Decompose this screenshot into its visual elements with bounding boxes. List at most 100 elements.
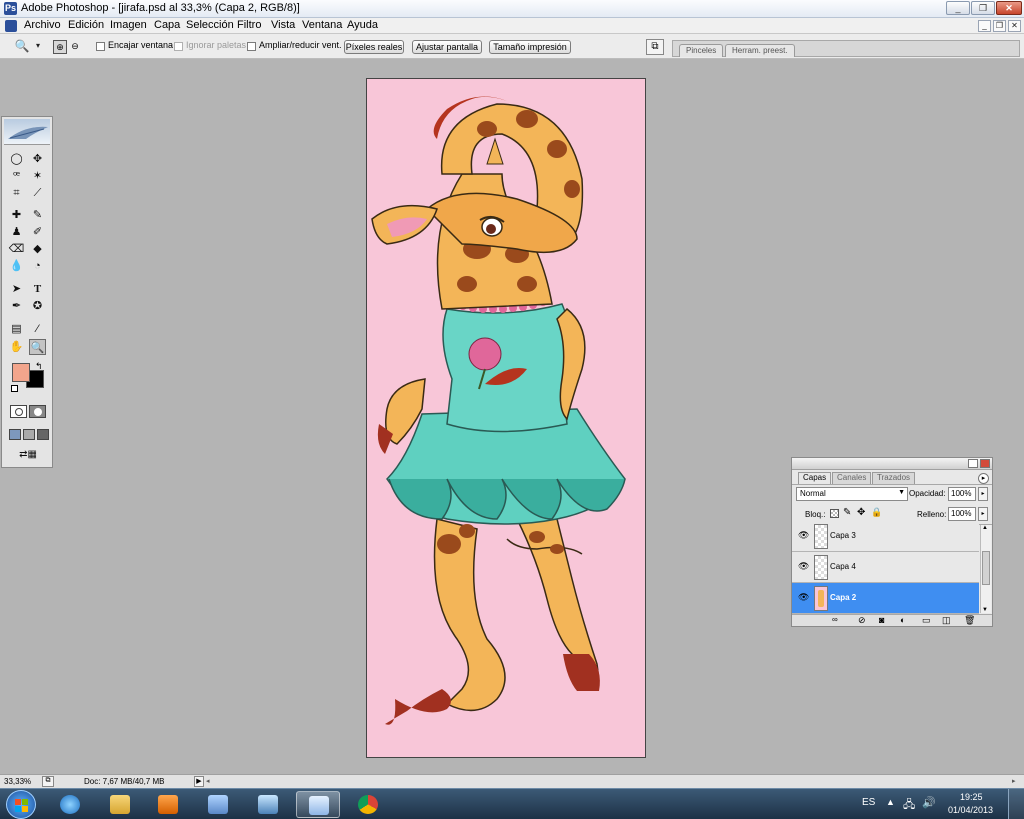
foreground-color-swatch[interactable] — [12, 363, 30, 382]
add-mask-icon[interactable]: ◙ — [879, 615, 884, 625]
tab-canales[interactable]: Canales — [832, 472, 872, 484]
lock-all-icon[interactable]: 🔒 — [871, 507, 882, 518]
taskbar-network-button[interactable] — [246, 791, 290, 818]
opacity-slider-icon[interactable]: ▸ — [978, 487, 988, 501]
custom-shape-tool-icon[interactable]: ✪ — [29, 298, 46, 314]
layer-row-capa-4[interactable]: 👁 Capa 4 — [792, 552, 979, 583]
show-hidden-icons-icon[interactable]: ▲ — [886, 797, 895, 807]
default-colors-icon[interactable] — [11, 385, 18, 392]
tab-pinceles[interactable]: Pinceles — [679, 44, 724, 57]
feather-logo-icon[interactable] — [4, 119, 50, 145]
layer-row-capa-3[interactable]: 👁 Capa 3 — [792, 521, 979, 552]
taskbar-chrome-button[interactable] — [346, 791, 390, 818]
layers-scrollbar[interactable]: ▲ ▼ — [980, 525, 991, 613]
scroll-thumb[interactable] — [982, 551, 990, 585]
scroll-down-icon[interactable]: ▼ — [982, 607, 988, 613]
status-menu-icon[interactable]: ⧉ — [42, 776, 54, 787]
menu-seleccion[interactable]: Selección — [186, 19, 234, 31]
ajustar-pantalla-button[interactable]: Ajustar pantalla — [412, 40, 482, 54]
taskbar-media-player-button[interactable] — [146, 791, 190, 818]
panel-menu-icon[interactable]: ▸ — [978, 473, 989, 484]
blur-tool-icon[interactable]: 💧 — [8, 258, 25, 274]
taskbar-photoshop-button[interactable] — [296, 791, 340, 818]
menu-ventana[interactable]: Ventana — [302, 19, 342, 31]
paint-bucket-tool-icon[interactable]: ◆ — [29, 241, 46, 257]
swap-colors-icon[interactable]: ↰ — [35, 361, 43, 372]
eraser-tool-icon[interactable]: ⌫ — [8, 241, 25, 257]
magic-wand-tool-icon[interactable]: ✶ — [29, 168, 46, 184]
opacity-input[interactable]: 100% — [948, 487, 976, 501]
menu-archivo[interactable]: Archivo — [24, 19, 61, 31]
tab-capas[interactable]: Capas — [798, 472, 832, 484]
link-layers-icon[interactable]: ∞ — [832, 615, 838, 624]
panel-minimize-icon[interactable] — [968, 459, 978, 468]
clock-date[interactable]: 01/04/2013 — [948, 805, 993, 815]
ampliar-reducir-checkbox[interactable] — [247, 42, 256, 51]
menu-imagen[interactable]: Imagen — [110, 19, 147, 31]
menu-edicion[interactable]: Edición — [68, 19, 104, 31]
visibility-eye-icon[interactable]: 👁 — [798, 592, 809, 602]
volume-icon[interactable]: 🔊 — [922, 796, 936, 809]
slice-tool-icon[interactable]: ⟋ — [29, 185, 46, 201]
taskbar-paint-button[interactable] — [196, 791, 240, 818]
doc-minimize-button[interactable]: _ — [978, 20, 991, 32]
clone-stamp-tool-icon[interactable]: ♟ — [8, 224, 25, 240]
show-desktop-button[interactable] — [1008, 789, 1024, 819]
blend-mode-select[interactable]: Normal ▼ — [796, 487, 908, 501]
zoom-level[interactable]: 33,33% — [4, 777, 31, 786]
crop-tool-icon[interactable]: ⌗ — [8, 185, 25, 201]
menu-ayuda[interactable]: Ayuda — [347, 19, 378, 31]
screen-mode-standard-icon[interactable] — [9, 429, 21, 440]
zoom-in-icon[interactable]: ⊕ — [53, 40, 67, 54]
ignorar-paletas-checkbox[interactable] — [174, 42, 183, 51]
visibility-eye-icon[interactable]: 👁 — [798, 561, 809, 571]
panel-close-icon[interactable] — [980, 459, 990, 468]
hand-tool-icon[interactable]: ✋ — [8, 339, 25, 355]
zoom-tool-icon[interactable]: 🔍 — [14, 39, 30, 53]
lasso-tool-icon[interactable]: ꟹ — [8, 168, 25, 184]
fill-slider-icon[interactable]: ▸ — [978, 507, 988, 521]
zoom-tool-selected-icon[interactable]: 🔍 — [29, 339, 46, 355]
lock-position-icon[interactable]: ✥ — [857, 507, 865, 518]
clock-time[interactable]: 19:25 — [960, 792, 983, 802]
notes-tool-icon[interactable]: ▤ — [8, 321, 25, 337]
type-tool-icon[interactable]: T — [29, 281, 46, 297]
language-indicator[interactable]: ES — [862, 797, 875, 808]
fill-input[interactable]: 100% — [948, 507, 976, 521]
healing-brush-tool-icon[interactable]: ✚ — [8, 207, 25, 223]
network-tray-icon[interactable]: 🖧 — [903, 796, 915, 815]
zoom-out-icon[interactable]: ⊖ — [68, 40, 82, 54]
chevron-down-icon[interactable]: ▾ — [33, 39, 43, 53]
lock-pixels-icon[interactable]: ✎ — [843, 507, 851, 518]
status-arrow-icon[interactable]: ▶ — [194, 776, 204, 787]
start-button[interactable] — [6, 790, 36, 819]
menu-capa[interactable]: Capa — [154, 19, 180, 31]
lock-transparency-icon[interactable] — [830, 509, 839, 518]
move-tool-icon[interactable]: ✥ — [29, 151, 46, 167]
brush-tool-icon[interactable]: ✎ — [29, 207, 46, 223]
new-layer-icon[interactable]: ◫ — [942, 615, 951, 626]
layer-row-capa-2[interactable]: 👁 Capa 2 — [792, 583, 979, 614]
quick-mask-mode-icon[interactable] — [29, 405, 46, 418]
menu-vista[interactable]: Vista — [271, 19, 295, 31]
file-browser-icon[interactable]: ⧉ — [646, 39, 664, 55]
taskbar-explorer-button[interactable] — [98, 791, 142, 818]
tab-trazados[interactable]: Trazados — [872, 472, 916, 484]
encajar-ventana-checkbox[interactable] — [96, 42, 105, 51]
scroll-right-icon[interactable]: ▸ — [1012, 777, 1016, 785]
tamano-impresion-button[interactable]: Tamaño impresión — [489, 40, 571, 54]
jump-to-imageready-icon[interactable]: ⇄▦ — [10, 447, 46, 463]
layer-style-icon[interactable]: ⊘ — [858, 615, 866, 626]
minimize-button[interactable]: _ — [946, 1, 970, 15]
pixeles-reales-button[interactable]: Píxeles reales — [344, 40, 404, 54]
doc-restore-button[interactable]: ❐ — [993, 20, 1006, 32]
close-button[interactable]: ✕ — [996, 1, 1022, 15]
scroll-up-icon[interactable]: ▲ — [982, 525, 988, 531]
history-brush-tool-icon[interactable]: ✐ — [29, 224, 46, 240]
trash-icon[interactable]: 🗑 — [964, 615, 975, 626]
menu-filtro[interactable]: Filtro — [237, 19, 261, 31]
marquee-tool-icon[interactable]: ◯ — [8, 151, 25, 167]
doc-close-button[interactable]: ✕ — [1008, 20, 1021, 32]
taskbar-ie-button[interactable] — [48, 791, 92, 818]
tab-herram-preest[interactable]: Herram. preest. — [725, 44, 795, 57]
